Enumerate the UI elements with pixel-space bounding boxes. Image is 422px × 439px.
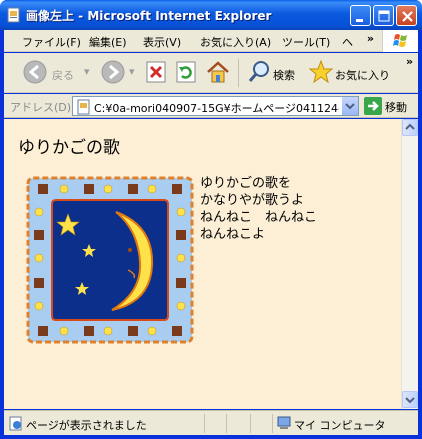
lyrics-line: ねんねこ ねんねこ — [200, 210, 318, 225]
status-divider — [272, 414, 273, 433]
toolbar-separator — [238, 59, 239, 87]
search-button-label[interactable]: 検索 — [273, 67, 295, 83]
home-icon[interactable] — [205, 59, 231, 85]
refresh-icon[interactable] — [174, 59, 198, 85]
standard-toolbar: 戻る ▾ ▾ 検索 お気に入り » — [4, 53, 418, 93]
ie-window: 画像左上 - Microsoft Internet Explorer ファイル(… — [0, 0, 422, 439]
back-dropdown-arrow[interactable]: ▾ — [84, 65, 90, 78]
page-heading: ゆりかごの歌 — [18, 138, 120, 158]
minimize-button[interactable] — [350, 5, 371, 26]
status-divider — [250, 414, 251, 433]
back-arrow-icon[interactable] — [22, 59, 48, 85]
windows-flag-icon — [393, 34, 407, 47]
scroll-up-button[interactable] — [402, 119, 418, 136]
menu-favorites[interactable]: お気に入り(A) — [200, 34, 271, 50]
vertical-scrollbar[interactable] — [401, 119, 418, 409]
page-done-icon — [9, 416, 22, 431]
page-content: ゆりかごの歌 ゆりかごの歌を かなりやが歌うよ ねんねこ ねんねこ ねんねこよ — [4, 119, 401, 409]
window-title: 画像左上 - Microsoft Internet Explorer — [26, 9, 272, 23]
chevron-down-icon — [405, 397, 415, 404]
windows-logo — [382, 30, 418, 52]
status-divider — [204, 414, 205, 433]
title-bar[interactable]: 画像左上 - Microsoft Internet Explorer — [0, 0, 422, 30]
page-icon — [77, 99, 90, 115]
menu-file[interactable]: ファイル(F) — [22, 34, 81, 50]
search-icon[interactable] — [247, 59, 271, 85]
lyrics-text: ゆりかごの歌を かなりやが歌うよ ねんねこ ねんねこ ねんねこよ — [200, 175, 317, 243]
go-arrow-icon[interactable] — [364, 97, 382, 115]
forward-dropdown-arrow[interactable]: ▾ — [129, 65, 135, 78]
back-button-label[interactable]: 戻る — [52, 67, 74, 83]
my-computer-icon — [277, 416, 291, 429]
menu-bar: ファイル(F) 編集(E) 表示(V) お気に入り(A) ツール(T) ヘ » — [4, 30, 418, 52]
go-button-label[interactable]: 移動 — [385, 99, 407, 115]
menu-overflow-chevron[interactable]: » — [367, 32, 374, 45]
toolbar-overflow-chevron[interactable]: » — [406, 55, 413, 68]
chevron-up-icon — [405, 123, 415, 130]
address-label: アドレス(D) — [10, 101, 72, 114]
address-url[interactable]: C:¥0a-mori040907-15G¥ホームページ041124-166 — [94, 100, 339, 116]
scroll-down-button[interactable] — [402, 391, 418, 408]
menu-tools[interactable]: ツール(T) — [282, 34, 330, 50]
ie-page-icon — [7, 7, 20, 23]
maximize-button[interactable] — [373, 5, 394, 26]
moon-lullaby-image — [26, 176, 194, 344]
chevron-down-icon — [345, 103, 355, 110]
lyrics-line: ねんねこよ — [200, 227, 266, 242]
menu-help[interactable]: ヘ — [342, 34, 353, 50]
status-divider — [226, 414, 227, 433]
close-button[interactable] — [396, 5, 417, 26]
status-bar: ページが表示されました マイ コンピュータ — [4, 410, 418, 435]
forward-arrow-icon[interactable] — [100, 59, 126, 85]
favorites-star-icon[interactable] — [308, 59, 334, 85]
address-input[interactable]: C:¥0a-mori040907-15G¥ホームページ041124-166 — [72, 96, 359, 116]
maximize-icon — [378, 10, 390, 22]
address-dropdown-button[interactable] — [341, 97, 358, 115]
menu-view[interactable]: 表示(V) — [143, 34, 181, 50]
security-zone: マイ コンピュータ — [294, 419, 386, 432]
lyrics-line: ゆりかごの歌を — [200, 176, 292, 191]
status-message: ページが表示されました — [26, 419, 147, 432]
address-bar: アドレス(D) C:¥0a-mori040907-15G¥ホームページ04112… — [4, 94, 418, 118]
stop-icon[interactable] — [144, 59, 168, 85]
favorites-button-label[interactable]: お気に入り — [335, 67, 390, 83]
lyrics-line: かなりやが歌うよ — [200, 193, 305, 208]
menu-edit[interactable]: 編集(E) — [89, 34, 127, 50]
minimize-icon — [356, 19, 363, 22]
close-icon — [402, 11, 413, 22]
